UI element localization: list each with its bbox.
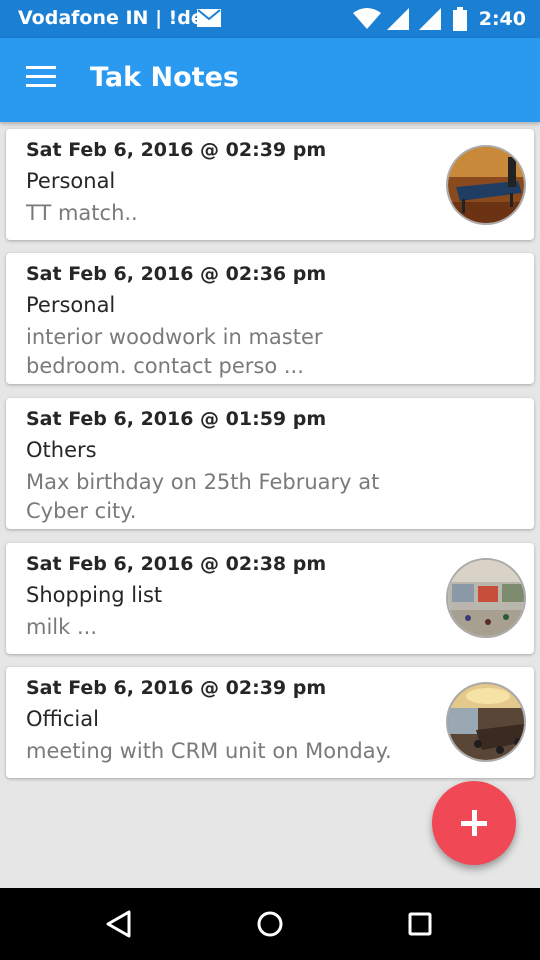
note-category: Official <box>26 707 99 731</box>
back-icon[interactable] <box>102 906 138 942</box>
note-date: Sat Feb 6, 2016 @ 02:39 pm <box>26 677 327 699</box>
hamburger-menu-icon[interactable] <box>26 66 58 94</box>
note-date: Sat Feb 6, 2016 @ 02:38 pm <box>26 553 327 575</box>
meeting-room-photo <box>448 684 524 760</box>
home-icon[interactable] <box>252 906 288 942</box>
note-text: interior woodwork in master bedroom. con… <box>26 325 323 378</box>
note-card[interactable]: Sat Feb 6, 2016 @ 02:39 pm Personal TT m… <box>6 129 534 240</box>
note-text: Max birthday on 25th February at Cyber c… <box>26 470 380 523</box>
note-card[interactable]: Sat Feb 6, 2016 @ 02:39 pm Official meet… <box>6 667 534 778</box>
app-title: Tak Notes <box>90 62 239 93</box>
note-text: meeting with CRM unit on Monday. <box>26 739 392 763</box>
note-text: TT match.. <box>26 201 138 225</box>
battery-icon <box>452 7 467 31</box>
table-tennis-photo <box>448 147 524 223</box>
note-date: Sat Feb 6, 2016 @ 01:59 pm <box>26 408 327 430</box>
status-bar: Vodafone IN | !dea 2:40 <box>0 0 540 38</box>
add-note-button[interactable] <box>432 781 516 865</box>
note-thumbnail <box>446 145 526 225</box>
note-text: milk ... <box>26 615 97 639</box>
app-bar: Tak Notes <box>0 38 540 122</box>
system-icons: 2:40 <box>352 6 526 32</box>
note-date: Sat Feb 6, 2016 @ 02:36 pm <box>26 263 327 285</box>
note-category: Others <box>26 438 97 462</box>
signal-icon <box>386 8 409 30</box>
note-thumbnail <box>446 682 526 762</box>
note-date: Sat Feb 6, 2016 @ 02:39 pm <box>26 139 327 161</box>
navigation-bar <box>0 888 540 960</box>
note-card[interactable]: Sat Feb 6, 2016 @ 02:38 pm Shopping list… <box>6 543 534 654</box>
note-category: Shopping list <box>26 583 163 607</box>
clock: 2:40 <box>478 8 526 30</box>
note-category: Personal <box>26 169 116 193</box>
recents-icon[interactable] <box>402 906 438 942</box>
note-card[interactable]: Sat Feb 6, 2016 @ 02:36 pm Personal inte… <box>6 253 534 384</box>
mall-photo <box>448 560 524 636</box>
carrier-label: Vodafone IN | !dea <box>18 7 217 29</box>
signal-icon-2 <box>418 8 441 30</box>
mail-icon <box>197 9 221 27</box>
note-card[interactable]: Sat Feb 6, 2016 @ 01:59 pm Others Max bi… <box>6 398 534 529</box>
note-thumbnail <box>446 558 526 638</box>
note-category: Personal <box>26 293 116 317</box>
wifi-icon <box>352 8 381 29</box>
